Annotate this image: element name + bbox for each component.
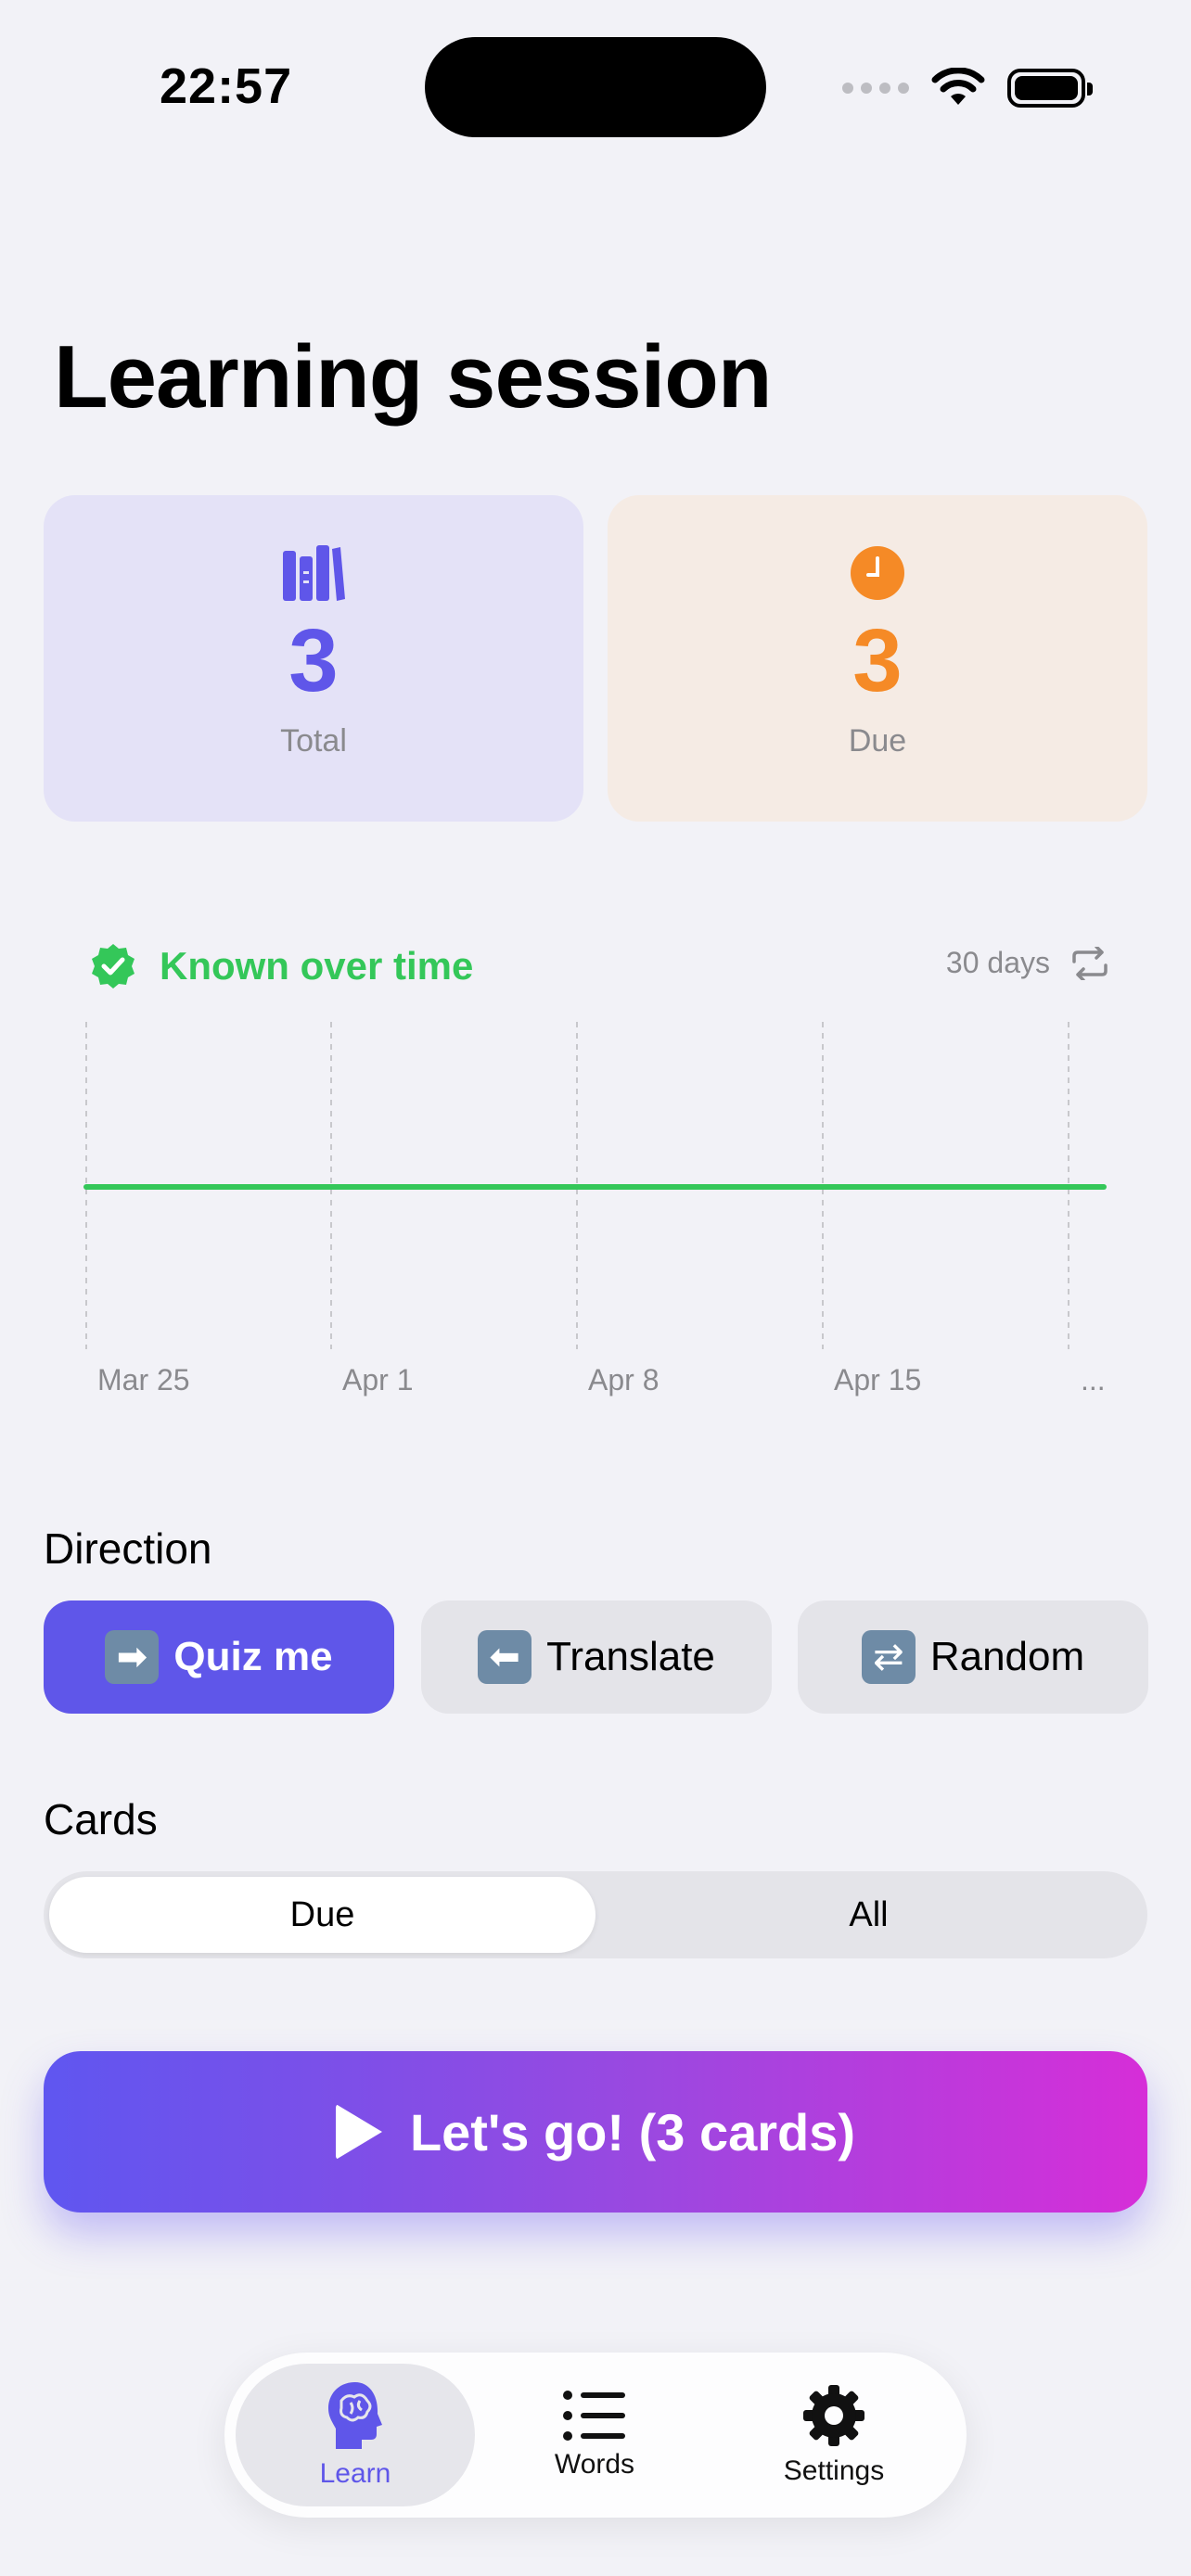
arrow-left-icon: ⬅ [478,1630,532,1684]
arrow-right-icon: ➡ [105,1630,160,1684]
tab-bar: Learn Words Settings [224,2353,967,2518]
direction-quiz-me-button[interactable]: ➡ Quiz me [44,1600,394,1714]
stat-total-value: 3 [288,611,339,710]
play-icon [335,2104,382,2160]
stat-due-value: 3 [852,611,903,710]
tab-settings-label: Settings [783,2455,885,2486]
chart-header: Known over time 30 days [89,942,1109,998]
tab-learn-label: Learn [319,2458,391,2489]
tab-words-label: Words [554,2449,635,2480]
chart-x-tick-label: Mar 25 [97,1363,190,1396]
tab-settings[interactable]: Settings [714,2364,954,2506]
direction-random-label: Random [929,1634,1085,1679]
cards-option-all[interactable]: All [596,1877,1142,1953]
cards-segmented-control: Due All [44,1871,1147,1958]
chart-range-toggle[interactable]: 30 days [946,946,1109,980]
known-over-time-chart [83,1022,1107,1349]
gear-icon [803,2385,864,2446]
chart-range-label: 30 days [945,946,1050,979]
battery-icon [1007,69,1093,108]
list-icon [563,2391,625,2441]
tab-learn[interactable]: Learn [236,2364,475,2506]
brain-head-icon [328,2382,382,2449]
page-title: Learning session [54,327,773,427]
tab-words[interactable]: Words [475,2364,714,2506]
stat-total-label: Total [280,723,347,759]
checkmark-seal-icon [92,944,134,988]
cards-label: Cards [44,1795,158,1843]
stat-due-label: Due [848,723,907,759]
cellular-signal-icon [842,83,909,94]
direction-translate-button[interactable]: ⬅ Translate [421,1600,772,1714]
start-session-label: Let's go! (3 cards) [409,2102,856,2162]
status-icons [842,65,1093,111]
direction-quiz-me-label: Quiz me [173,1634,333,1679]
start-session-button[interactable]: Let's go! (3 cards) [44,2051,1147,2213]
chart-x-tick-label: Apr 15 [834,1363,922,1396]
chart-x-tick-label: Apr 8 [588,1363,660,1396]
clock-icon [849,542,906,605]
stat-card-total: 3 Total [44,495,583,822]
repeat-icon[interactable] [1070,946,1109,980]
stat-card-due: 3 Due [608,495,1147,822]
status-time: 22:57 [160,58,293,114]
shuffle-icon: ⇄ [861,1630,916,1684]
direction-translate-label: Translate [546,1634,715,1679]
wifi-icon [931,68,985,105]
chart-x-tick-label: Apr 1 [342,1363,414,1396]
chart-x-tick-label: ... [1081,1363,1106,1396]
direction-random-button[interactable]: ⇄ Random [798,1600,1148,1714]
books-icon [281,542,346,605]
chart-title: Known over time [160,944,474,988]
cards-option-due[interactable]: Due [49,1877,596,1953]
direction-label: Direction [44,1524,212,1573]
dynamic-island [425,37,766,137]
